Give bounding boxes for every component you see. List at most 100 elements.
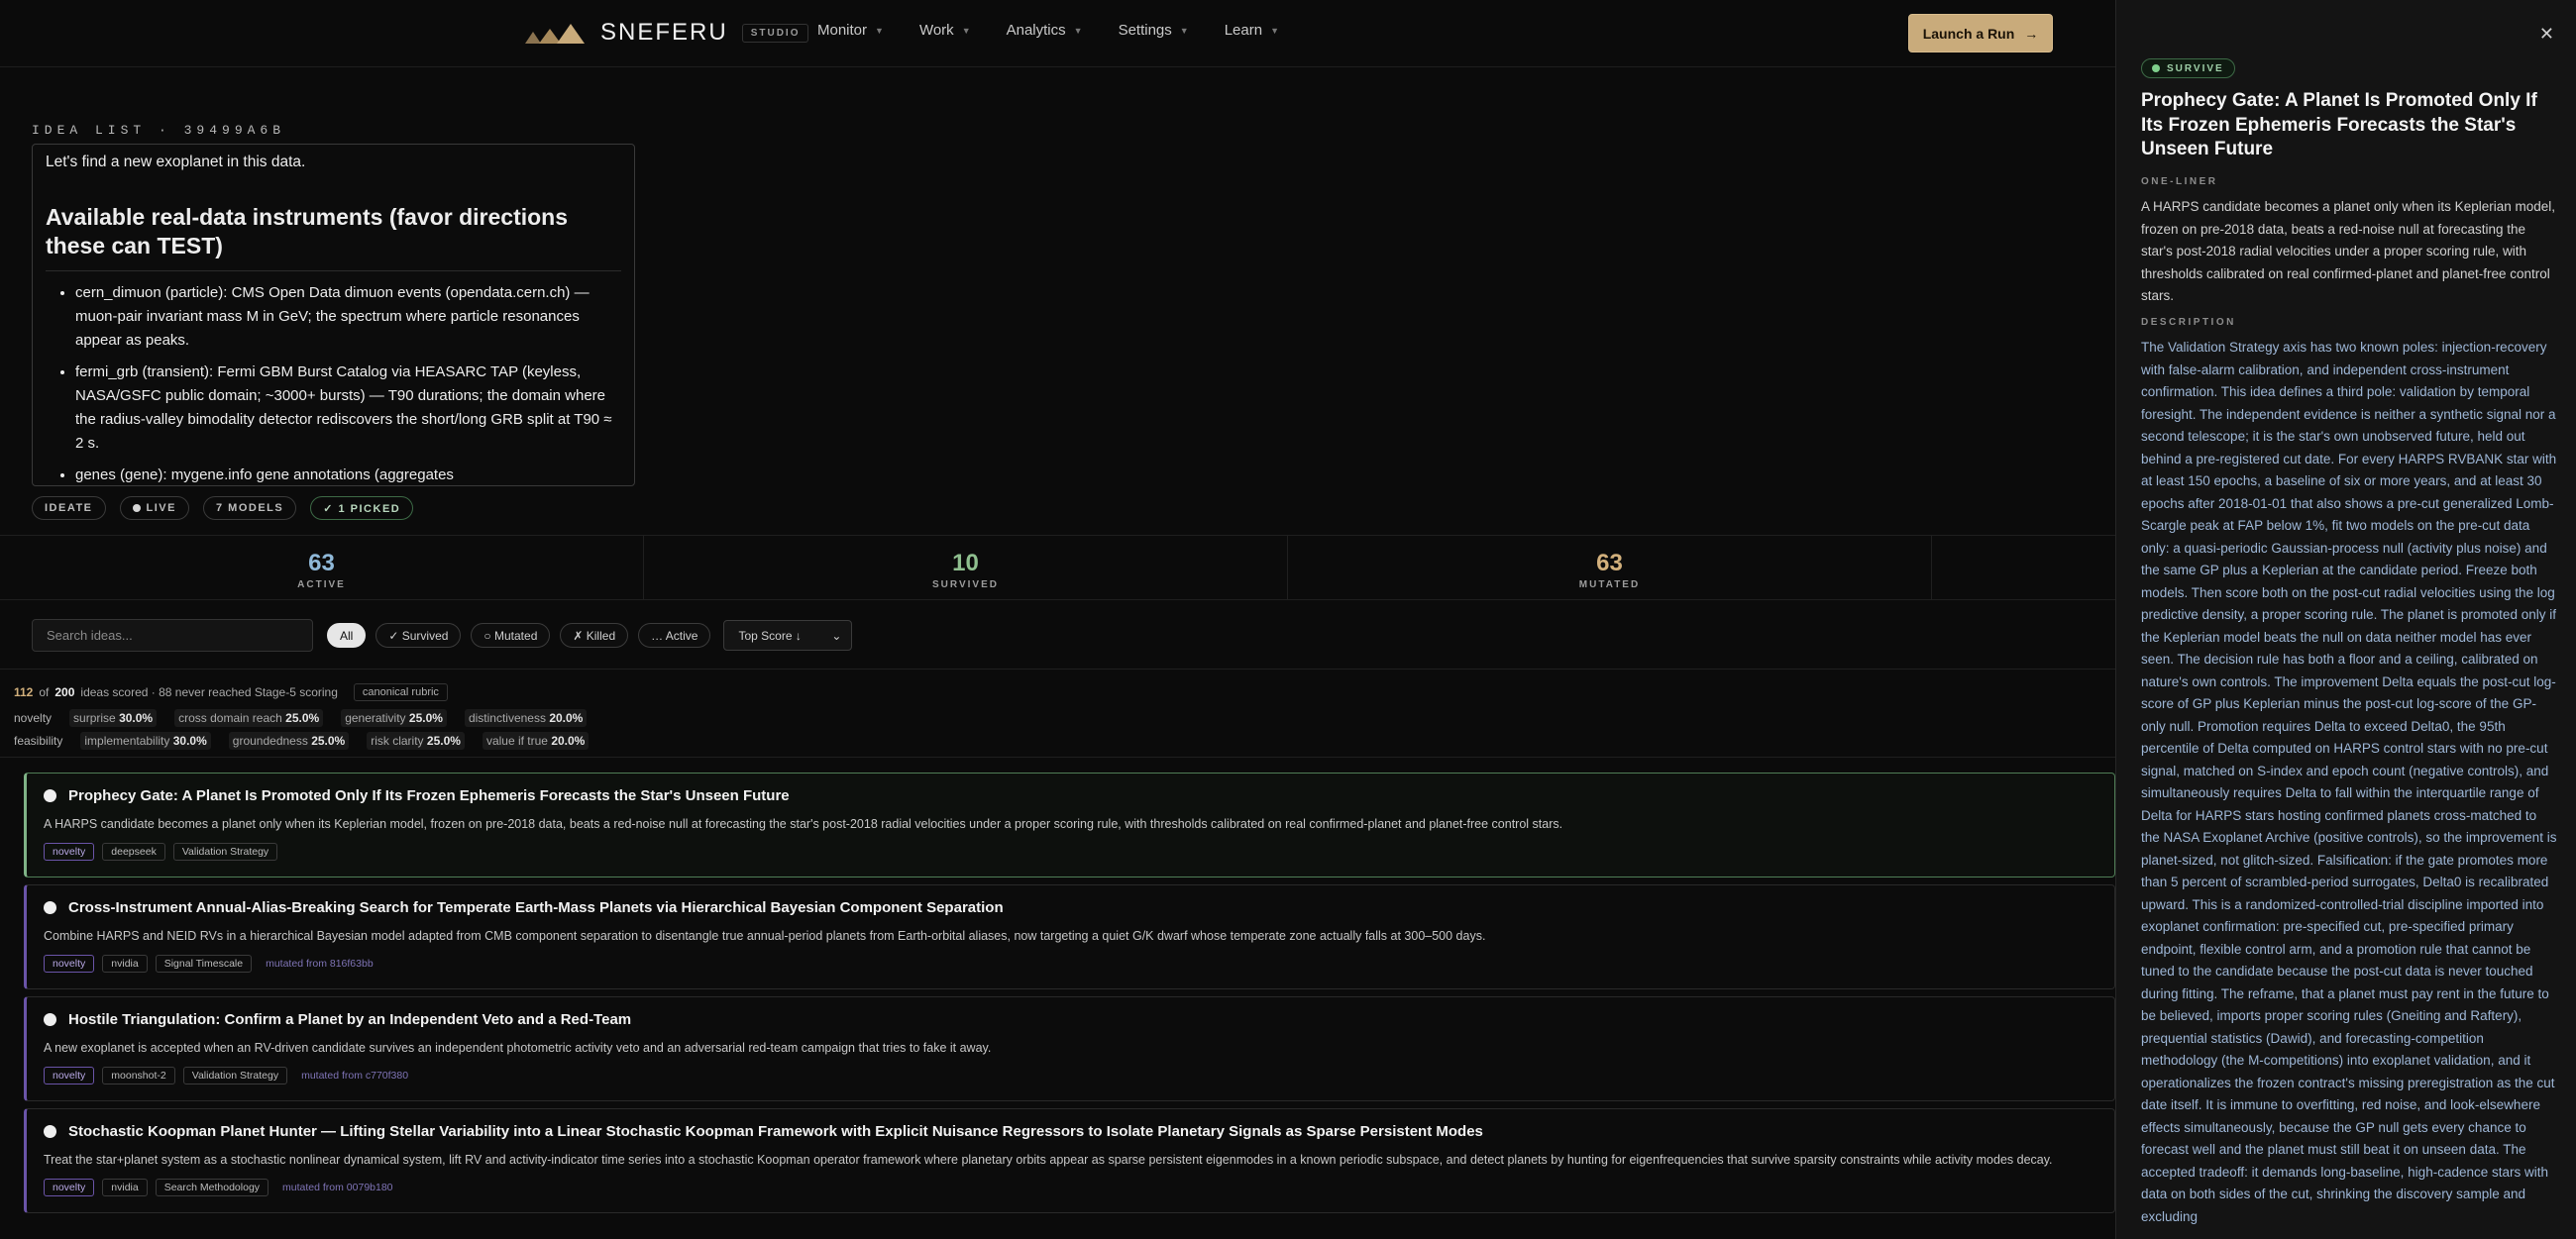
ideate-label: IDEATE [45, 502, 93, 514]
instruments-list: cern_dimuon (particle): CMS Open Data di… [46, 281, 621, 485]
stats-bar: 63 ACTIVE 10 SURVIVED 63 MUTATED [0, 535, 2115, 600]
idea-card[interactable]: Prophecy Gate: A Planet Is Promoted Only… [24, 773, 2115, 878]
oneliner-text: A HARPS candidate becomes a planet only … [2141, 199, 2555, 303]
weight-name: implementability [84, 734, 170, 748]
idea-card[interactable]: Cross-Instrument Annual-Alias-Breaking S… [24, 884, 2115, 989]
live-pill: LIVE [119, 496, 189, 520]
description-text: The Validation Strategy axis has two kno… [2141, 340, 2557, 1224]
filter-mutated[interactable]: ○ Mutated [471, 623, 551, 648]
weight-item: groundedness 25.0% [228, 732, 350, 750]
weight-value: 20.0% [551, 734, 586, 748]
tag-novelty: novelty [44, 1067, 95, 1084]
stat-active-value: 63 [308, 550, 335, 576]
tag-model: moonshot-2 [102, 1067, 175, 1084]
arrow-right-icon: → [2024, 25, 2039, 42]
pyramids-logo-icon [525, 24, 585, 44]
tag-axis: Search Methodology [155, 1179, 269, 1196]
weight-name: groundedness [232, 734, 308, 748]
scored-total: 200 [54, 685, 75, 699]
sort-label: Top Score ↓ [738, 628, 802, 643]
weight-value: 20.0% [549, 711, 584, 725]
stat-survived-label: SURVIVED [932, 579, 999, 590]
filter-active[interactable]: … Active [638, 623, 711, 648]
nav-learn[interactable]: Learn ▼ [1225, 22, 1279, 39]
panel-title: Prophecy Gate: A Planet Is Promoted Only… [2141, 90, 2537, 159]
scored-suffix: ideas scored · 88 never reached Stage-5 … [80, 685, 338, 699]
picked-label: ✓ 1 PICKED [323, 502, 401, 515]
idea-card[interactable]: Stochastic Koopman Planet Hunter — Lifti… [24, 1108, 2115, 1213]
idea-title-text: Hostile Triangulation: Confirm a Planet … [68, 1011, 632, 1028]
nav-analytics[interactable]: Analytics ▼ [1007, 22, 1083, 39]
radio-icon[interactable] [44, 1013, 56, 1026]
sort-select[interactable]: Top Score ↓ ⌄ [723, 620, 853, 651]
weight-item: cross domain reach 25.0% [174, 709, 324, 727]
filter-survived[interactable]: ✓ Survived [376, 623, 462, 648]
filter-killed[interactable]: ✗ Killed [560, 623, 629, 648]
ideate-pill: IDEATE [32, 496, 106, 520]
chevron-down-icon: ▼ [1073, 25, 1083, 36]
status-dot-icon [2152, 64, 2160, 72]
brand[interactable]: SNEFERU STUDIO [523, 17, 809, 49]
prompt-document[interactable]: Let's find a new exoplanet in this data.… [32, 144, 635, 486]
launch-run-button[interactable]: Launch a Run → [1908, 14, 2053, 52]
idea-card-desc: A HARPS candidate becomes a planet only … [44, 817, 1563, 831]
idea-card-title: Hostile Triangulation: Confirm a Planet … [44, 1011, 2097, 1028]
feasibility-weights: feasibility implementability 30.0% groun… [14, 732, 2101, 750]
scored-of: of [39, 685, 50, 699]
idea-card-desc: A new exoplanet is accepted when an RV-d… [44, 1041, 992, 1055]
idea-card[interactable]: Hostile Triangulation: Confirm a Planet … [24, 996, 2115, 1101]
weight-value: 25.0% [285, 711, 320, 725]
weight-name: surprise [73, 711, 116, 725]
selected-radio-icon[interactable] [44, 789, 56, 802]
instrument-item: genes (gene): mygene.info gene annotatio… [75, 464, 621, 485]
idea-detail-panel: ✕ SURVIVE Prophecy Gate: A Planet Is Pro… [2115, 0, 2576, 1239]
weight-name: distinctiveness [468, 711, 546, 725]
mutated-from-link[interactable]: mutated from 816f63bb [266, 958, 374, 970]
nav-work-label: Work [918, 22, 954, 39]
weight-name: generativity [345, 711, 406, 725]
filter-bar: All ✓ Survived ○ Mutated ✗ Killed … Acti… [32, 619, 853, 652]
rubric-tag: canonical rubric [353, 683, 448, 701]
nav-monitor[interactable]: Monitor ▼ [817, 22, 884, 39]
tag-axis: Validation Strategy [182, 1067, 288, 1084]
radio-icon[interactable] [44, 1125, 56, 1138]
nav-settings-label: Settings [1118, 22, 1172, 39]
weight-value: 30.0% [172, 734, 207, 748]
stat-active: 63 ACTIVE [0, 536, 644, 599]
status-badge: SURVIVE [2141, 58, 2235, 78]
idea-cards: Prophecy Gate: A Planet Is Promoted Only… [24, 773, 2115, 1220]
mutated-from-link[interactable]: mutated from 0079b180 [282, 1182, 393, 1193]
tag-model: nvidia [102, 1179, 148, 1196]
brand-name: SNEFERU [600, 19, 728, 46]
weight-item: generativity 25.0% [341, 709, 447, 727]
nav-settings[interactable]: Settings ▼ [1119, 22, 1189, 39]
stat-mutated-label: MUTATED [1578, 579, 1641, 590]
chevron-down-icon: ▼ [961, 25, 971, 36]
tag-model: deepseek [102, 843, 165, 861]
stat-active-label: ACTIVE [297, 579, 346, 590]
radio-icon[interactable] [44, 901, 56, 914]
filter-all[interactable]: All [327, 623, 367, 648]
close-icon[interactable]: ✕ [2539, 24, 2554, 45]
idea-list-label: IDEA LIST · 39499A6B [32, 123, 286, 138]
weight-name: cross domain reach [178, 711, 282, 725]
models-label: 7 MODELS [215, 502, 284, 514]
idea-title-text: Stochastic Koopman Planet Hunter — Lifti… [68, 1123, 1483, 1140]
description-label: DESCRIPTION [2141, 317, 2236, 328]
weight-value: 30.0% [119, 711, 154, 725]
stat-survived-value: 10 [952, 550, 979, 576]
weight-value: 25.0% [311, 734, 346, 748]
weight-name: risk clarity [371, 734, 424, 748]
search-input[interactable] [32, 619, 313, 652]
chevron-down-icon: ▼ [875, 25, 884, 36]
idea-card-title: Prophecy Gate: A Planet Is Promoted Only… [44, 787, 2097, 804]
launch-run-label: Launch a Run [1922, 25, 2015, 42]
weight-item: surprise 30.0% [69, 709, 158, 727]
idea-card-tags: novelty nvidia Signal Timescale mutated … [44, 955, 2097, 973]
run-status-pills: IDEATE LIVE 7 MODELS ✓ 1 PICKED [32, 496, 414, 520]
nav-work[interactable]: Work ▼ [919, 22, 971, 39]
weight-value: 25.0% [426, 734, 461, 748]
mutated-from-link[interactable]: mutated from c770f380 [301, 1070, 408, 1082]
nav-learn-label: Learn [1224, 22, 1263, 39]
live-dot-icon [132, 504, 141, 512]
